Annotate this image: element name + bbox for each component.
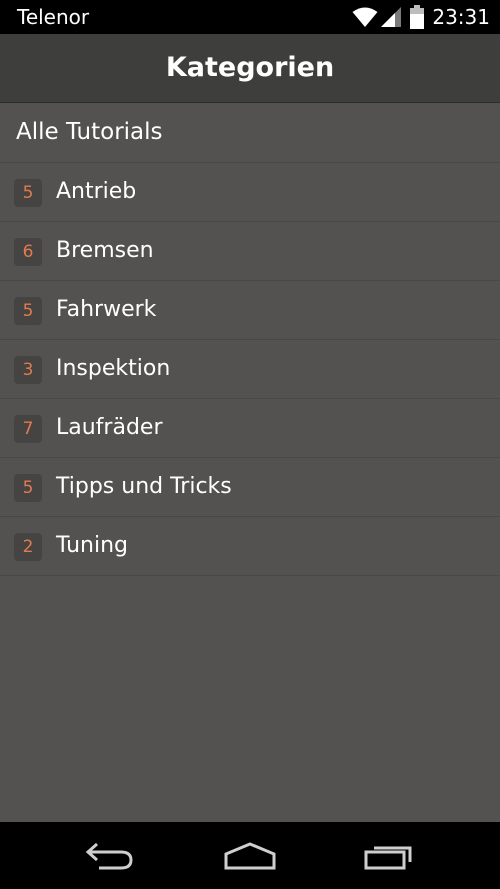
category-item-laufraeder[interactable]: 7 Laufräder (0, 399, 500, 458)
status-bar: Telenor 23:31 (0, 0, 500, 34)
count-badge: 6 (14, 238, 42, 266)
category-label: Antrieb (56, 179, 137, 204)
page-title: Kategorien (165, 52, 335, 83)
category-label: Bremsen (56, 238, 154, 263)
category-item-tipps-und-tricks[interactable]: 5 Tipps und Tricks (0, 458, 500, 517)
back-icon (85, 841, 135, 871)
count-badge: 7 (14, 415, 42, 443)
count-badge: 2 (14, 533, 42, 561)
home-icon (224, 841, 276, 870)
category-label: Tipps und Tricks (56, 474, 232, 499)
category-item-inspektion[interactable]: 3 Inspektion (0, 340, 500, 399)
all-tutorials-item[interactable]: Alle Tutorials (0, 102, 500, 163)
recents-icon (364, 842, 416, 870)
home-button[interactable] (200, 822, 300, 889)
signal-icon (380, 6, 402, 28)
count-badge: 5 (14, 179, 42, 207)
count-badge: 5 (14, 474, 42, 502)
navigation-bar (0, 822, 500, 889)
carrier-name: Telenor (17, 5, 90, 29)
app-bar: Kategorien (0, 34, 500, 102)
category-label: Tuning (56, 533, 129, 558)
category-item-tuning[interactable]: 2 Tuning (0, 517, 500, 576)
category-label: Laufräder (56, 415, 163, 440)
battery-icon (410, 5, 425, 29)
count-badge: 5 (14, 297, 42, 325)
back-button[interactable] (60, 822, 160, 889)
clock-time: 23:31 (432, 5, 490, 29)
category-label: Fahrwerk (56, 297, 157, 322)
count-badge: 3 (14, 356, 42, 384)
category-list: Alle Tutorials 5 Antrieb 6 Bremsen 5 Fah… (0, 102, 500, 576)
category-item-bremsen[interactable]: 6 Bremsen (0, 222, 500, 281)
recents-button[interactable] (340, 822, 440, 889)
wifi-icon (352, 6, 378, 28)
category-item-antrieb[interactable]: 5 Antrieb (0, 163, 500, 222)
category-item-fahrwerk[interactable]: 5 Fahrwerk (0, 281, 500, 340)
category-label: Inspektion (56, 356, 171, 381)
status-icons: 23:31 (352, 4, 490, 30)
